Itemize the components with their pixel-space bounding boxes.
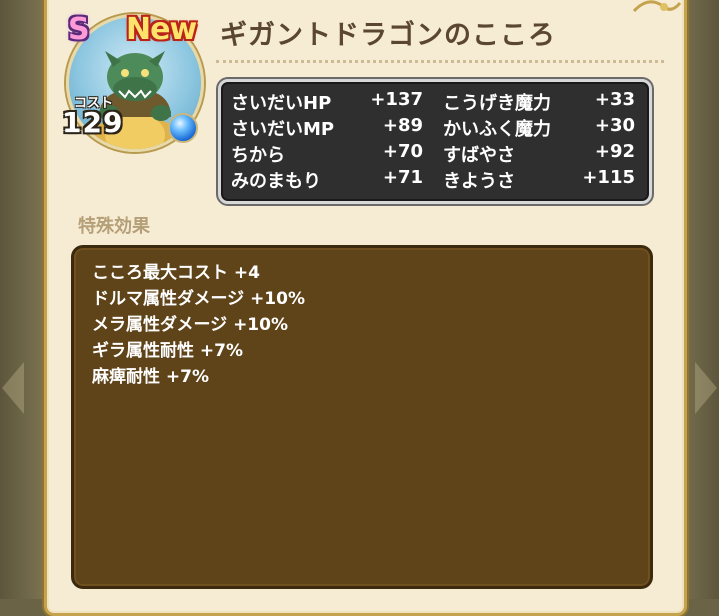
special-effects-label: 特殊効果 bbox=[78, 216, 150, 237]
stat-name: かいふく魔力 bbox=[443, 119, 551, 140]
stat-name: きようさ bbox=[443, 171, 515, 192]
previous-arrow-icon[interactable] bbox=[2, 362, 24, 414]
stat-name: すばやさ bbox=[443, 145, 515, 166]
blue-orb-icon bbox=[168, 113, 198, 143]
cost-value: 129 bbox=[62, 106, 124, 139]
stats-panel: さいだいHP +137 こうげき魔力 +33 さいだいMP +89 かいふく魔力… bbox=[218, 79, 652, 204]
effect-item: メラ属性ダメージ +10% bbox=[92, 315, 289, 335]
stat-name: ちから bbox=[231, 145, 285, 166]
new-badge: New bbox=[126, 12, 197, 47]
effect-item: こころ最大コスト +4 bbox=[92, 263, 260, 283]
effect-item: ドルマ属性ダメージ +10% bbox=[92, 289, 306, 309]
next-arrow-icon[interactable] bbox=[695, 362, 717, 414]
stat-value: +70 bbox=[382, 141, 423, 162]
corner-ornament-icon bbox=[632, 0, 682, 13]
effect-item: ギラ属性耐性 +7% bbox=[92, 341, 244, 361]
page-title: ギガントドラゴンのこころ bbox=[220, 20, 556, 51]
stats-row: ちから +70 すばやさ +92 bbox=[221, 141, 649, 167]
rank-badge: S bbox=[68, 12, 90, 47]
stat-value: +71 bbox=[382, 167, 423, 188]
stats-row: さいだいHP +137 こうげき魔力 +33 bbox=[221, 89, 649, 115]
stat-value: +33 bbox=[594, 89, 635, 110]
stat-value: +137 bbox=[370, 89, 423, 110]
effect-item: 麻痺耐性 +7% bbox=[92, 367, 210, 387]
stat-name: みのまもり bbox=[231, 171, 321, 192]
stat-value: +92 bbox=[594, 141, 635, 162]
title-divider bbox=[216, 60, 664, 63]
stat-value: +115 bbox=[582, 167, 635, 188]
stat-value: +30 bbox=[594, 115, 635, 136]
stat-name: こうげき魔力 bbox=[443, 93, 551, 114]
special-effects-panel: こころ最大コスト +4 ドルマ属性ダメージ +10% メラ属性ダメージ +10%… bbox=[71, 245, 653, 589]
stat-value: +89 bbox=[382, 115, 423, 136]
stat-name: さいだいMP bbox=[231, 119, 335, 140]
stat-name: さいだいHP bbox=[231, 93, 332, 114]
stats-row: さいだいMP +89 かいふく魔力 +30 bbox=[221, 115, 649, 141]
stats-row: みのまもり +71 きようさ +115 bbox=[221, 167, 649, 193]
left-background bbox=[0, 0, 42, 599]
